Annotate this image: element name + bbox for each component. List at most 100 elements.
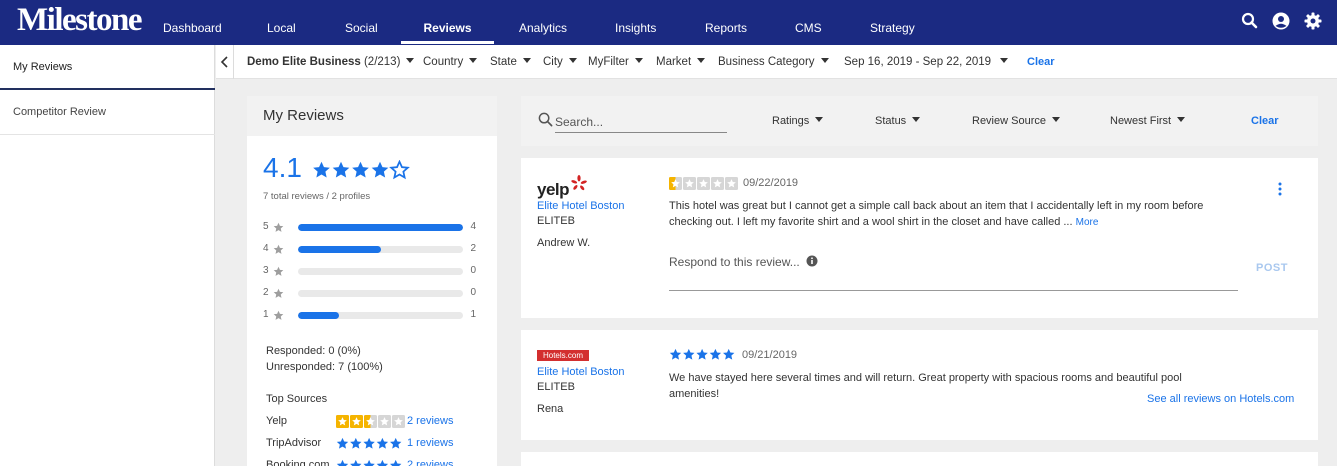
country-filter[interactable]: Country bbox=[423, 45, 478, 79]
nav-dashboard[interactable]: Dashboard bbox=[163, 0, 222, 45]
filter-label: Market bbox=[656, 56, 692, 68]
nav-analytics[interactable]: Analytics bbox=[519, 0, 567, 45]
sort-dropdown[interactable]: Newest First bbox=[1110, 96, 1186, 146]
collapse-sidebar-button[interactable] bbox=[216, 45, 234, 79]
review-search-input[interactable] bbox=[555, 111, 727, 133]
source-reviews-link[interactable]: 1 reviews bbox=[407, 436, 453, 450]
nav-strategy[interactable]: Strategy bbox=[870, 0, 915, 45]
source-reviews-link[interactable]: 2 reviews bbox=[407, 414, 453, 428]
yelp-burst-icon bbox=[571, 175, 588, 191]
star-icon bbox=[669, 177, 682, 190]
star-icon bbox=[273, 266, 284, 276]
nav-reviews[interactable]: Reviews bbox=[401, 0, 494, 45]
star-icon bbox=[313, 161, 330, 178]
caret-down-icon bbox=[522, 58, 531, 63]
star-icon bbox=[332, 161, 350, 178]
market-filter[interactable]: Market bbox=[656, 45, 706, 79]
more-link[interactable]: More bbox=[1076, 217, 1099, 228]
nav-insights[interactable]: Insights bbox=[615, 0, 656, 45]
post-button[interactable]: POST bbox=[1256, 262, 1288, 274]
source-rating-stars bbox=[336, 437, 402, 449]
star-icon bbox=[352, 161, 369, 178]
nav-reports[interactable]: Reports bbox=[705, 0, 747, 45]
reviews-summary-panel: My Reviews 4.1 7 total reviews / 2 profi… bbox=[247, 96, 497, 466]
star-icon bbox=[669, 348, 682, 360]
gear-icon[interactable] bbox=[1303, 11, 1323, 31]
star-icon bbox=[711, 177, 724, 190]
top-sources-title: Top Sources bbox=[266, 393, 328, 405]
source-row-yelp: Yelp 2 reviews bbox=[266, 414, 491, 428]
summary-title: My Reviews bbox=[247, 96, 497, 136]
business-filter[interactable]: Demo Elite Business (2/213) bbox=[247, 45, 415, 79]
business-name: Demo Elite Business bbox=[247, 56, 361, 68]
rating-bar-count: 1 bbox=[470, 309, 476, 320]
reviewer-name: Andrew W. bbox=[537, 237, 591, 249]
source-row-tripadvisor: TripAdvisor 1 reviews bbox=[266, 436, 491, 450]
star-icon bbox=[696, 348, 708, 360]
nav-active-indicator bbox=[401, 41, 494, 44]
state-filter[interactable]: State bbox=[490, 45, 531, 79]
star-icon bbox=[389, 160, 410, 180]
myfilter-filter[interactable]: MyFilter bbox=[588, 45, 643, 79]
milestone-logo[interactable]: Milestone bbox=[17, 4, 142, 37]
average-rating: 4.1 bbox=[263, 152, 302, 183]
star-icon bbox=[371, 161, 389, 178]
filter-label: MyFilter bbox=[588, 56, 629, 68]
responded-count: Responded: 0 (0%) bbox=[266, 345, 361, 357]
review-source-dropdown[interactable]: Review Source bbox=[972, 96, 1060, 146]
filter-label: Business Category bbox=[718, 56, 815, 68]
respond-placeholder: Respond to this review... bbox=[669, 255, 800, 269]
sidebar-item-my-reviews[interactable]: My Reviews bbox=[0, 45, 215, 90]
star-icon bbox=[273, 244, 284, 254]
star-icon bbox=[363, 459, 375, 466]
total-reviews-text: 7 total reviews / 2 profiles bbox=[263, 191, 371, 202]
nav-cms[interactable]: CMS bbox=[795, 0, 822, 45]
account-icon[interactable] bbox=[1271, 11, 1291, 31]
hotels-com-wordmark: Hotels.com bbox=[537, 350, 589, 361]
city-filter[interactable]: City bbox=[543, 45, 577, 79]
filter-label: Country bbox=[423, 56, 464, 68]
rating-bar-label: 1 bbox=[263, 309, 269, 320]
rating-bar-1: 1 1 bbox=[263, 309, 483, 321]
respond-input[interactable]: Respond to this review... bbox=[669, 255, 818, 269]
rating-bar-track bbox=[298, 246, 463, 253]
business-count: (2/213) bbox=[363, 56, 401, 68]
rating-bar-track bbox=[298, 312, 463, 319]
status-dropdown[interactable]: Status bbox=[875, 96, 921, 146]
review-rating-stars bbox=[669, 177, 738, 190]
clear-filters-link[interactable]: Clear bbox=[1027, 45, 1055, 79]
ratings-dropdown[interactable]: Ratings bbox=[772, 96, 824, 146]
sidebar-item-competitor-review[interactable]: Competitor Review bbox=[0, 90, 215, 135]
unresponded-count: Unresponded: 7 (100%) bbox=[266, 361, 383, 373]
source-reviews-link[interactable]: 2 reviews bbox=[407, 458, 453, 466]
hotel-name-link[interactable]: Elite Hotel Boston bbox=[537, 200, 624, 212]
rating-bar-2: 2 0 bbox=[263, 287, 483, 299]
star-icon bbox=[723, 348, 735, 360]
nav-social[interactable]: Social bbox=[345, 0, 378, 45]
hotels-com-logo: Hotels.com bbox=[537, 350, 589, 361]
review-body: This hotel was great but I cannot get a … bbox=[669, 200, 1204, 228]
source-row-booking: Booking.com 2 reviews bbox=[266, 458, 491, 466]
star-icon bbox=[378, 415, 391, 428]
nav-local[interactable]: Local bbox=[267, 0, 296, 45]
reviewer-name: Rena bbox=[537, 403, 564, 415]
rating-bar-label: 3 bbox=[263, 265, 269, 276]
rating-bar-3: 3 0 bbox=[263, 265, 483, 277]
date-range-filter[interactable]: Sep 16, 2019 - Sep 22, 2019 bbox=[844, 45, 1009, 79]
caret-down-icon bbox=[568, 58, 577, 63]
top-nav: Milestone Dashboard Local Social Reviews… bbox=[0, 0, 1337, 45]
caret-down-icon bbox=[1000, 58, 1009, 63]
source-name: TripAdvisor bbox=[266, 437, 322, 449]
business-category-filter[interactable]: Business Category bbox=[718, 45, 829, 79]
star-icon bbox=[350, 459, 362, 466]
star-icon bbox=[273, 222, 284, 232]
star-icon bbox=[350, 415, 363, 428]
hotel-name-link[interactable]: Elite Hotel Boston bbox=[537, 366, 624, 378]
caret-down-icon bbox=[634, 58, 643, 63]
star-icon bbox=[390, 459, 402, 466]
see-all-reviews-link[interactable]: See all reviews on Hotels.com bbox=[1147, 393, 1294, 405]
search-icon[interactable] bbox=[1240, 11, 1260, 31]
more-options-icon[interactable] bbox=[1278, 182, 1282, 196]
clear-search-link[interactable]: Clear bbox=[1251, 96, 1279, 146]
rating-bar-count: 0 bbox=[470, 265, 476, 276]
